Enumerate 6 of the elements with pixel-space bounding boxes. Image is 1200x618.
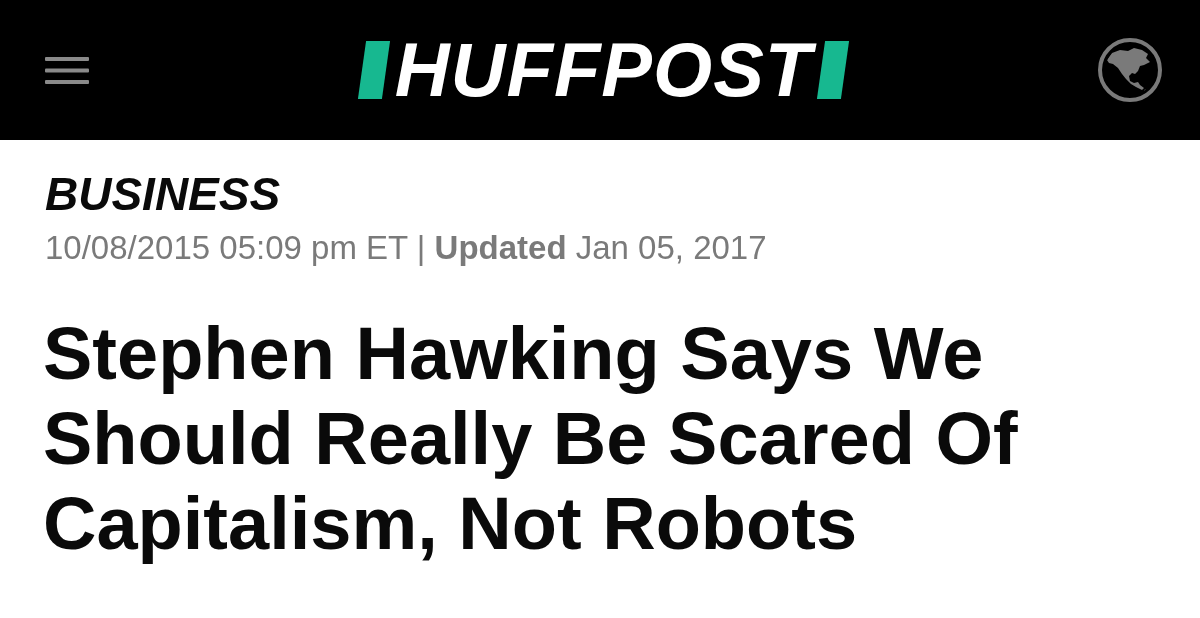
site-logo[interactable]: HUFFPOST [356, 40, 851, 100]
menu-icon[interactable] [45, 56, 89, 84]
section-label[interactable]: BUSINESS [45, 169, 281, 219]
globe-icon[interactable] [1098, 38, 1162, 102]
article-meta: 10/08/2015 05:09 pm ET | Updated Jan 05, 2017 [45, 228, 768, 268]
article-headline: Stephen Hawking Says We Should Really Be Scared Of Capitalism, Not Robots [43, 311, 1019, 566]
